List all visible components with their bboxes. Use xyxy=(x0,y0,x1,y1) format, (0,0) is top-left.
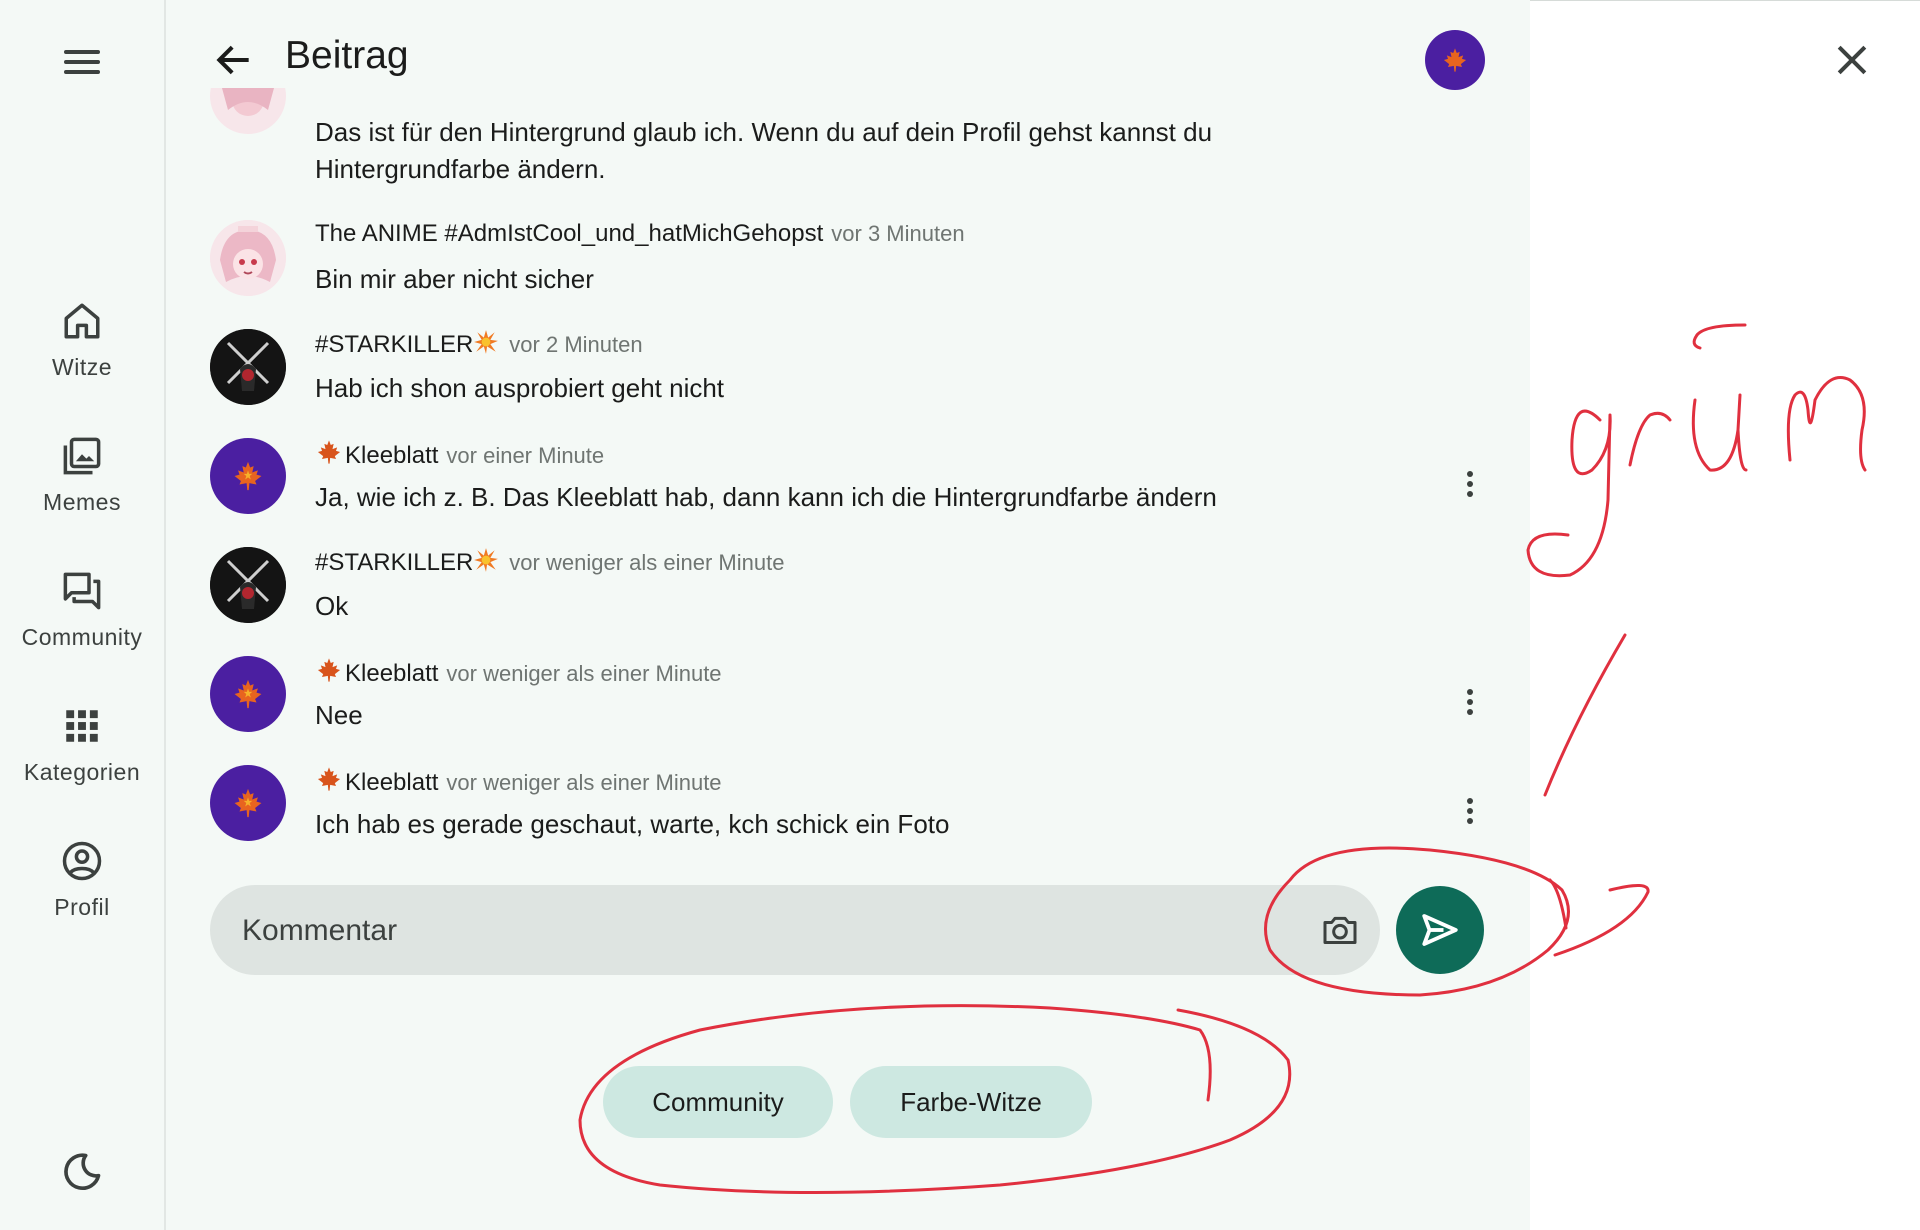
nav-item-memes[interactable]: Memes xyxy=(0,435,164,516)
comment-text: Ja, wie ich z. B. Das Kleeblatt hab, dan… xyxy=(315,482,1217,512)
camera-icon[interactable] xyxy=(1295,885,1385,975)
more-options-icon[interactable] xyxy=(1458,686,1482,718)
maple-leaf-icon xyxy=(234,679,262,709)
maple-leaf-icon xyxy=(1443,48,1467,72)
comment-meta: The ANIME #AdmIstCool_und_hatMichGehopst… xyxy=(315,220,965,248)
nav-item-kategorien[interactable]: Kategorien xyxy=(0,705,164,786)
comment-time: vor 3 Minuten xyxy=(831,221,965,246)
nav-item-profil[interactable]: Profil xyxy=(0,840,164,921)
arrow-back-icon[interactable] xyxy=(212,38,256,82)
moon-icon[interactable] xyxy=(60,1150,104,1194)
explosion-icon xyxy=(474,330,499,354)
comment-meta: Kleeblatt vor weniger als einer Minute xyxy=(315,656,722,688)
nav-item-community[interactable]: Community xyxy=(0,570,164,651)
comment-author[interactable]: Kleeblatt xyxy=(345,769,438,796)
comment-meta: Kleeblatt vor einer Minute xyxy=(315,438,604,470)
maple-leaf-icon xyxy=(317,658,341,682)
home-icon xyxy=(64,303,100,339)
apps-grid-icon xyxy=(66,710,98,742)
comment-text: Bin mir aber nicht sicher xyxy=(315,264,594,294)
avatar[interactable] xyxy=(210,329,286,405)
comment-composer xyxy=(210,885,1380,977)
maple-leaf-icon xyxy=(234,788,262,818)
avatar[interactable] xyxy=(210,547,286,623)
more-options-icon[interactable] xyxy=(1458,795,1482,827)
send-icon xyxy=(1422,914,1458,946)
comment-item: The ANIME #AdmIstCool_und_hatMichGehopst… xyxy=(210,212,1510,308)
nav-label: Witze xyxy=(52,354,112,380)
comment-time: vor 2 Minuten xyxy=(509,332,643,357)
avatar[interactable] xyxy=(210,656,286,732)
nav-label: Community xyxy=(21,624,143,650)
app-window: Witze Memes Community Kategorien Profil … xyxy=(0,0,1530,1230)
user-avatar[interactable] xyxy=(1425,30,1485,90)
nav-label: Kategorien xyxy=(23,759,141,785)
comment-text: Das ist für den Hintergrund glaub ich. W… xyxy=(315,117,1213,184)
comment-author[interactable]: #STARKILLER xyxy=(315,331,473,358)
avatar[interactable] xyxy=(210,438,286,514)
image-gallery-icon xyxy=(63,437,101,475)
comment-item: Kleeblatt vor weniger als einer Minute Ic… xyxy=(210,757,1510,853)
avatar[interactable] xyxy=(210,765,286,841)
comment-item: #STARKILLER vor 2 Minuten Hab ich shon au… xyxy=(210,321,1510,417)
comment-text: Nee xyxy=(315,700,363,730)
comment-meta: #STARKILLER vor 2 Minuten xyxy=(315,329,643,359)
send-button[interactable] xyxy=(1396,886,1484,974)
comment-time: vor weniger als einer Minute xyxy=(446,770,722,795)
comment-time: vor weniger als einer Minute xyxy=(446,661,722,686)
account-circle-icon xyxy=(62,841,102,881)
comment-input[interactable] xyxy=(240,885,1244,977)
comment-time: vor einer Minute xyxy=(446,443,605,468)
nav-item-witze[interactable]: Witze xyxy=(0,300,164,381)
close-icon[interactable] xyxy=(1830,38,1874,82)
comment-text: Ich hab es gerade geschaut, warte, kch s… xyxy=(315,809,950,839)
maple-leaf-icon xyxy=(317,440,341,464)
tag-chip-farbe-witze[interactable]: Farbe-Witze xyxy=(850,1066,1092,1138)
tag-chip-community[interactable]: Community xyxy=(603,1066,833,1138)
comment-item: Kleeblatt vor weniger als einer Minute Ne… xyxy=(210,648,1510,744)
maple-leaf-icon xyxy=(317,767,341,791)
comment-author[interactable]: #STARKILLER xyxy=(315,549,473,576)
avatar xyxy=(210,88,286,144)
maple-leaf-icon xyxy=(234,461,262,491)
comment-author[interactable]: Kleeblatt xyxy=(345,442,438,469)
comment-meta: Kleeblatt vor weniger als einer Minute xyxy=(315,765,722,797)
comment-text: Ok xyxy=(315,591,349,621)
nav-label: Memes xyxy=(43,489,121,515)
comment-author[interactable]: The ANIME #AdmIstCool_und_hatMichGehopst xyxy=(315,220,823,247)
comment-item: #STARKILLER vor weniger als einer Minute … xyxy=(210,539,1510,635)
nav-label: Profil xyxy=(54,894,110,920)
comment-item: Kleeblatt vor einer Minute Ja, wie ich z.… xyxy=(210,430,1510,526)
more-options-icon[interactable] xyxy=(1458,468,1482,500)
comment-text: Hab ich shon ausprobiert geht nicht xyxy=(315,373,725,403)
comment-time: vor weniger als einer Minute xyxy=(509,550,785,575)
comment-meta: #STARKILLER vor weniger als einer Minute xyxy=(315,547,784,577)
comment-author[interactable]: Kleeblatt xyxy=(345,660,438,687)
avatar[interactable] xyxy=(210,220,286,296)
explosion-icon xyxy=(474,548,499,572)
navigation-rail: Witze Memes Community Kategorien Profil xyxy=(0,0,166,1230)
page-title: Beitrag xyxy=(285,34,409,77)
forum-icon xyxy=(63,572,101,610)
hamburger-menu-icon[interactable] xyxy=(58,44,106,80)
